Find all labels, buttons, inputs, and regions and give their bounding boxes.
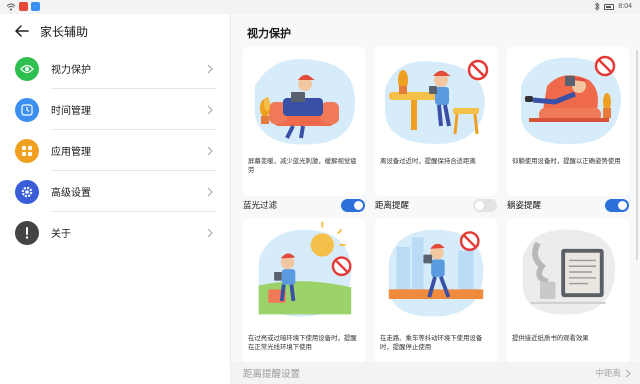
- posture-toggle-row: 躺姿提醒: [507, 196, 629, 214]
- toggle-label: 距离提醒: [375, 200, 410, 210]
- sidebar-item-eye-protection[interactable]: 视力保护: [0, 48, 230, 89]
- sidebar-item-app-management[interactable]: 应用管理: [0, 130, 230, 171]
- card-description: 在走路、乘车等抖动环境下使用设备时，提醒停止使用: [380, 335, 483, 351]
- distance-card: 离设备过近时，提醒保持合适距离: [375, 46, 497, 196]
- apps-icon: [15, 138, 39, 163]
- sidebar-item-label: 视力保护: [51, 65, 91, 76]
- header: 家长辅助: [0, 14, 230, 48]
- section-title: 视力保护: [247, 28, 291, 40]
- distance-toggle-row: 距离提醒: [375, 196, 497, 214]
- toggle-label: 躺姿提醒: [507, 200, 542, 210]
- setting-value: 中距离: [595, 368, 621, 378]
- chevron-right-icon: [625, 369, 631, 377]
- child-in-sunlight-illustration: [258, 221, 352, 317]
- bluetooth-icon: [595, 2, 600, 11]
- switch-knob: [618, 200, 627, 210]
- toggle-label: 蓝光过滤: [243, 200, 278, 210]
- posture-switch[interactable]: [605, 198, 629, 212]
- posture-card: 仰躺使用设备时，提醒以正确姿势使用: [507, 46, 629, 196]
- switch-knob: [475, 200, 484, 210]
- back-arrow-icon: [15, 25, 29, 37]
- chevron-right-icon: [207, 64, 213, 73]
- battery-icon: [604, 3, 615, 10]
- clock-icon: [15, 97, 39, 122]
- blue-light-toggle-row: 蓝光过滤: [243, 196, 365, 214]
- sidebar-item-label: 应用管理: [51, 147, 91, 158]
- message-notification-icon: [31, 2, 40, 11]
- distance-switch[interactable]: [473, 198, 497, 212]
- sidebar-item-label: 关于: [51, 229, 71, 240]
- app-notification-icon: [19, 2, 28, 11]
- wifi-icon: [6, 3, 16, 10]
- walking-card: 在走路、乘车等抖动环境下使用设备时，提醒停止使用: [375, 218, 497, 364]
- card-description: 在过亮或过暗环境下使用设备时，提醒在正常光线环境下使用: [248, 335, 357, 351]
- back-button[interactable]: [12, 21, 32, 41]
- paper-mode-card: 提供接近纸质书的观看效果: [507, 218, 629, 364]
- chevron-right-icon: [207, 187, 213, 196]
- child-on-sofa-illustration: [255, 59, 355, 145]
- sidebar-menu: 视力保护 时间管理 应用管理 高级设置 关于: [0, 48, 230, 253]
- exclamation-icon: [15, 220, 39, 245]
- chevron-right-icon: [207, 228, 213, 237]
- sidebar-item-label: 高级设置: [51, 188, 91, 199]
- light-environment-card: 在过亮或过暗环境下使用设备时，提醒在正常光线环境下使用: [243, 218, 365, 364]
- page-title: 家长辅助: [40, 24, 89, 39]
- main-pane: 视力保护 屏幕变暖，减少蓝光刺激，缓解视觉疲劳 离设备过近时，提醒保持合适距离 …: [230, 14, 640, 384]
- left-pane: 家长辅助 视力保护 时间管理 应用管理 高级设置 关于: [0, 14, 230, 384]
- blue-light-card: 屏幕变暖，减少蓝光刺激，缓解视觉疲劳: [243, 46, 365, 196]
- status-right: 8:04: [594, 2, 632, 11]
- card-description: 仰躺使用设备时，提醒以正确姿势使用: [512, 158, 621, 165]
- status-bar: 8:04: [0, 0, 640, 14]
- chevron-right-icon: [207, 105, 213, 114]
- setting-label: 距离提醒设置: [243, 369, 301, 380]
- chevron-right-icon: [207, 146, 213, 155]
- sidebar-item-about[interactable]: 关于: [0, 212, 230, 253]
- distance-reminder-setting[interactable]: 距离提醒设置 中距离: [231, 362, 640, 384]
- child-walking-illustration: [388, 229, 484, 317]
- card-description: 提供接近纸质书的观看效果: [512, 335, 589, 342]
- gear-icon: [15, 179, 39, 204]
- card-description: 离设备过近时，提醒保持合适距离: [380, 158, 476, 165]
- ebook-paper-illustration: [522, 229, 616, 315]
- status-time: 8:04: [618, 3, 632, 10]
- child-lying-on-chair-illustration: [521, 55, 621, 145]
- sidebar-item-time-management[interactable]: 时间管理: [0, 89, 230, 130]
- sidebar-item-advanced-settings[interactable]: 高级设置: [0, 171, 230, 212]
- switch-knob: [354, 200, 363, 210]
- child-close-to-tablet-illustration: [385, 59, 489, 144]
- sidebar-item-label: 时间管理: [51, 106, 91, 117]
- eye-icon: [15, 56, 39, 81]
- card-description: 屏幕变暖，减少蓝光刺激，缓解视觉疲劳: [248, 158, 357, 174]
- blue-light-switch[interactable]: [341, 198, 365, 212]
- status-left-icons: [6, 2, 40, 11]
- scrollbar[interactable]: [636, 50, 638, 260]
